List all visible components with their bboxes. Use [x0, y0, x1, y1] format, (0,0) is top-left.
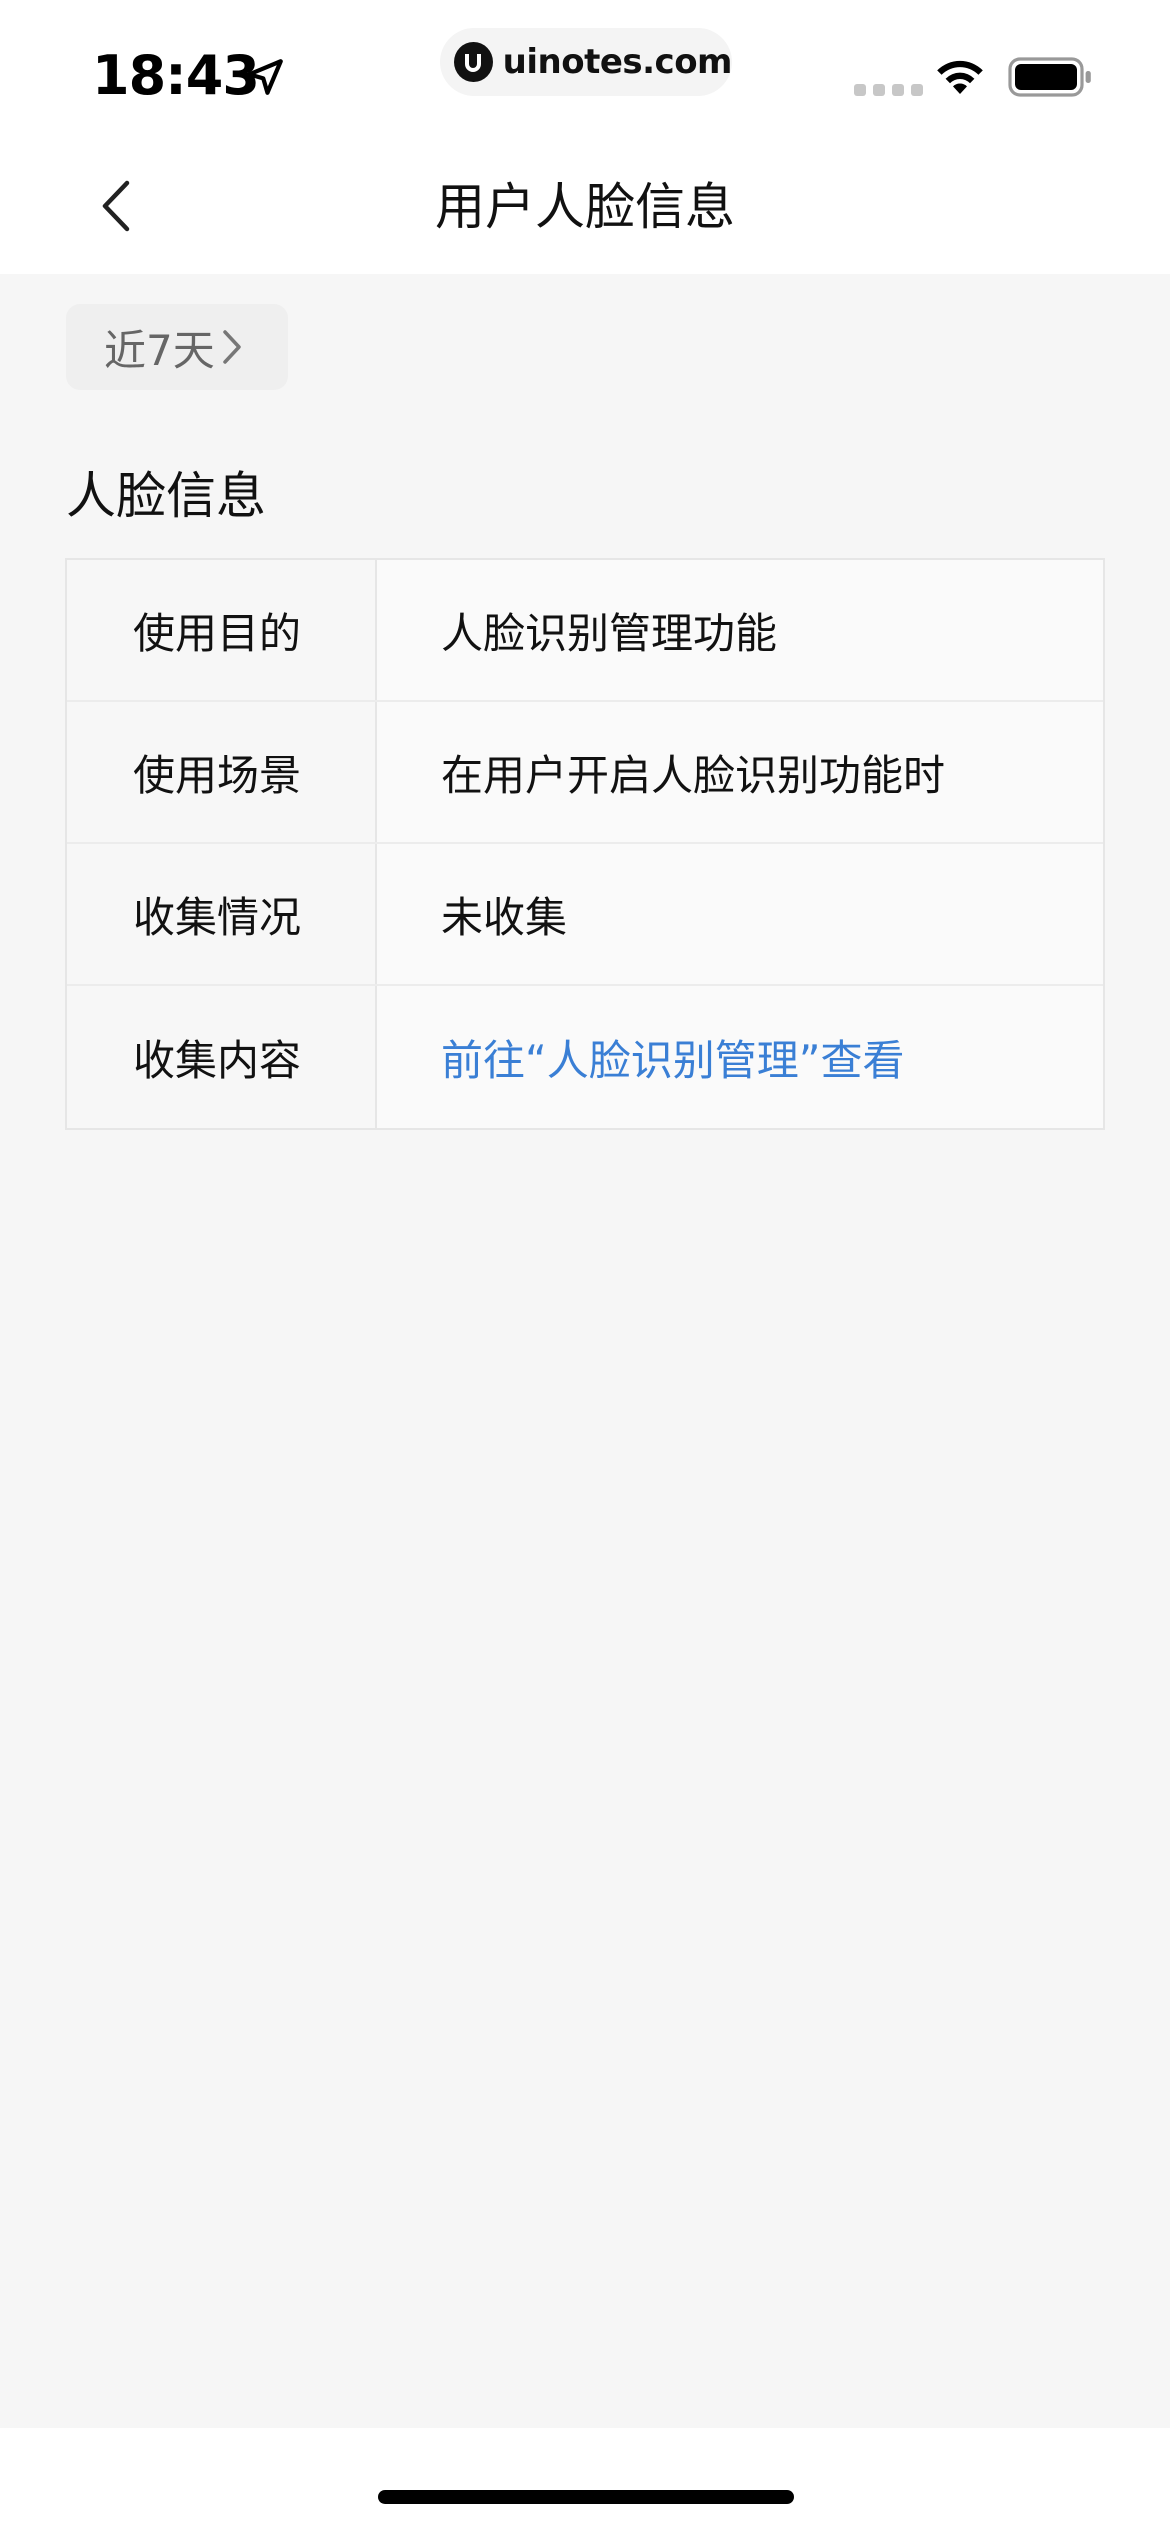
table-row: 收集内容 前往“人脸识别管理”查看: [67, 986, 1103, 1128]
table-row: 使用目的 人脸识别管理功能: [67, 560, 1103, 702]
cellular-signal-icon: [854, 84, 923, 96]
table-row: 收集情况 未收集: [67, 844, 1103, 986]
row-value: 人脸识别管理功能: [441, 608, 778, 658]
nav-bar: 用户人脸信息: [0, 140, 1170, 274]
content-area: 近7天 人脸信息 使用目的 人脸识别管理功能 使用场景 在用户开启人脸识别功能时…: [0, 274, 1170, 2428]
table-row: 使用场景 在用户开启人脸识别功能时: [67, 702, 1103, 844]
face-recognition-management-link[interactable]: 前往“人脸识别管理”查看: [377, 986, 1103, 1128]
url-text: uinotes.com: [502, 42, 733, 82]
row-label: 使用场景: [67, 702, 377, 842]
screen: 18:43 uinotes.com 用户人脸信息 近7天 人脸信息 使用目的 人…: [0, 0, 1170, 2532]
row-label: 使用目的: [67, 560, 377, 700]
status-bar: 18:43 uinotes.com: [0, 0, 1170, 140]
page-title: 用户人脸信息: [435, 178, 735, 236]
row-value: 在用户开启人脸识别功能时: [441, 750, 946, 800]
date-range-filter[interactable]: 近7天: [66, 304, 288, 390]
uinotes-logo-icon: [454, 42, 493, 82]
chevron-right-icon: [222, 330, 241, 364]
status-time: 18:43: [92, 44, 260, 107]
url-pill[interactable]: uinotes.com: [440, 28, 733, 96]
wifi-icon: [937, 60, 983, 94]
row-label: 收集情况: [67, 844, 377, 984]
row-value: 未收集: [441, 892, 568, 942]
home-area: [0, 2428, 1170, 2532]
location-arrow-icon: [247, 59, 283, 95]
battery-icon: [1008, 57, 1091, 97]
date-range-label: 近7天: [104, 325, 215, 375]
section-title: 人脸信息: [66, 467, 266, 525]
row-label: 收集内容: [67, 986, 377, 1128]
back-button[interactable]: [76, 166, 156, 246]
face-info-table: 使用目的 人脸识别管理功能 使用场景 在用户开启人脸识别功能时 收集情况 未收集…: [65, 558, 1105, 1130]
home-indicator[interactable]: [378, 2490, 794, 2504]
chevron-left-icon: [102, 180, 130, 232]
